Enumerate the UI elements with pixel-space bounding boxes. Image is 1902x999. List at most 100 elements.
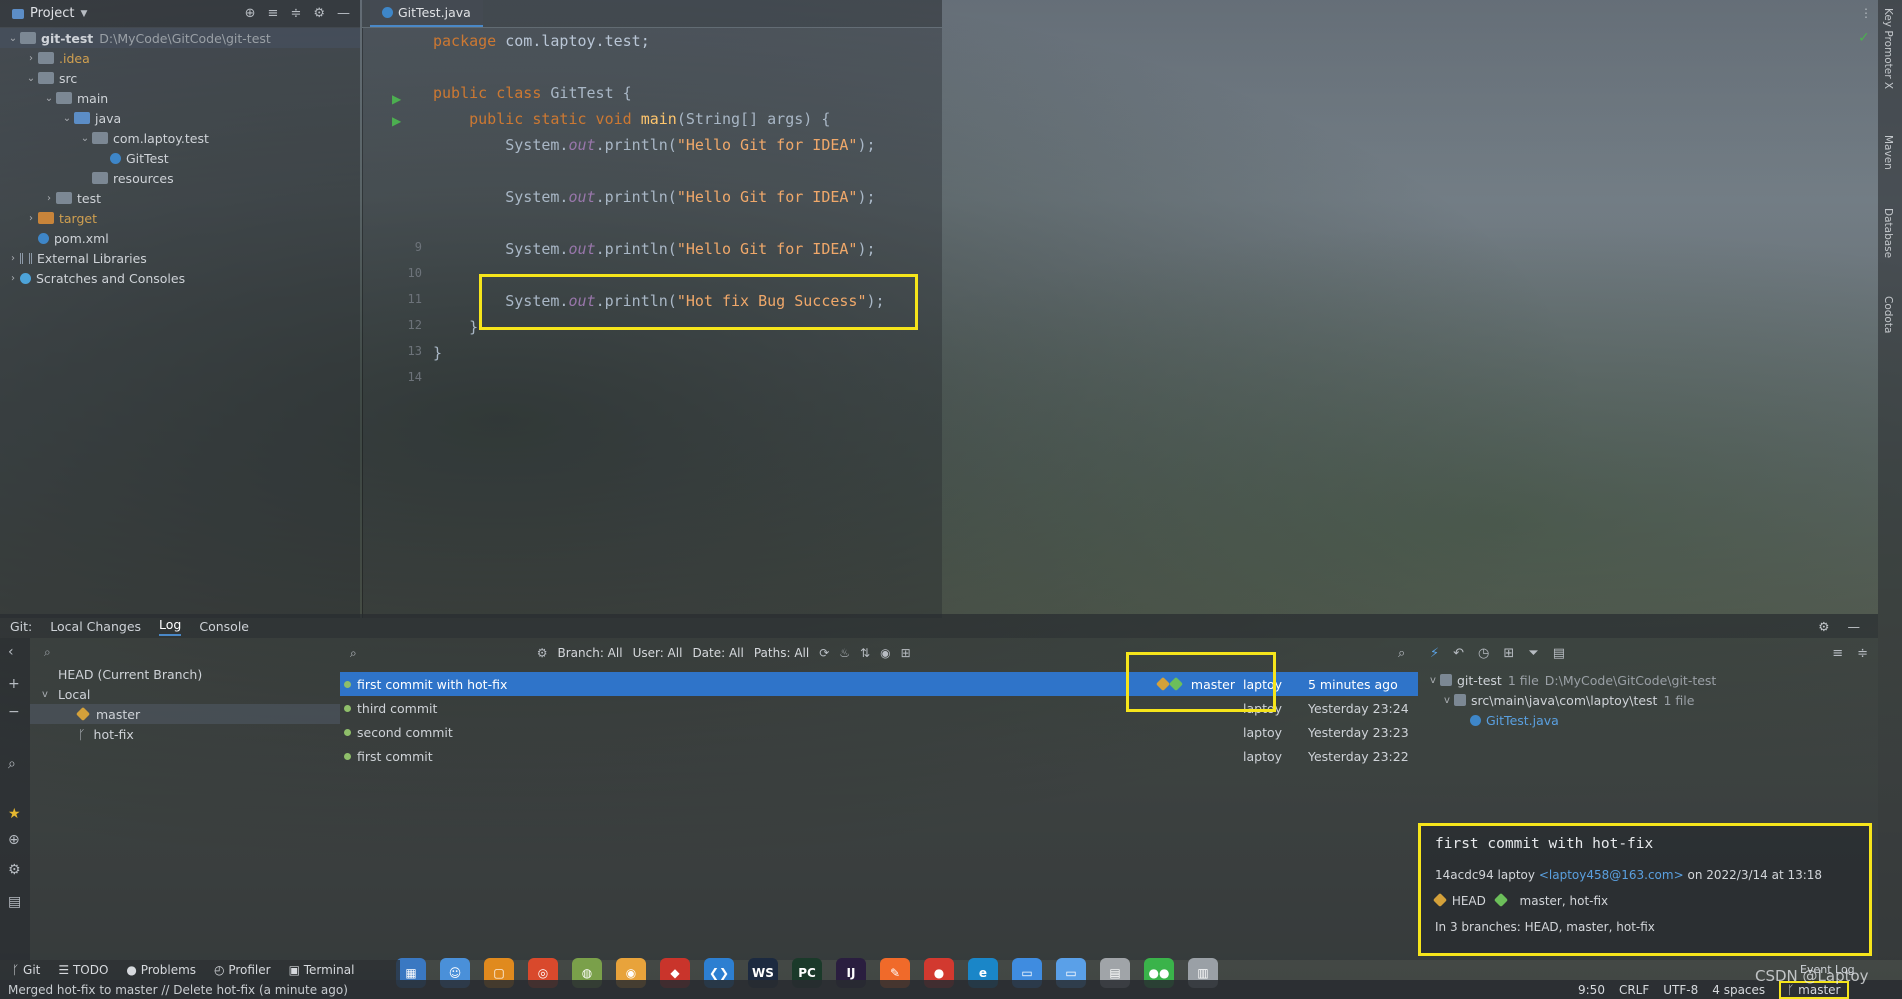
chevron-down-icon[interactable]: ⌄ bbox=[24, 73, 38, 84]
refresh-icon[interactable]: ⟳ bbox=[819, 646, 829, 660]
tab-gittest-java[interactable]: GitTest.java bbox=[370, 0, 483, 27]
tool-profiler[interactable]: ◴ Profiler bbox=[214, 963, 271, 977]
add-icon[interactable]: + bbox=[8, 676, 20, 692]
tree-item[interactable]: ⌄ java bbox=[0, 108, 360, 128]
tree-item[interactable]: › External Libraries bbox=[0, 248, 360, 268]
tool-git[interactable]: ᚴ Git bbox=[12, 963, 40, 977]
branch-head[interactable]: HEAD (Current Branch) bbox=[30, 664, 340, 684]
line-number: 14 bbox=[407, 370, 422, 384]
chevron-right-icon[interactable]: › bbox=[42, 193, 56, 204]
java-class-icon bbox=[1470, 714, 1481, 726]
back-icon[interactable]: ‹ bbox=[8, 644, 14, 660]
branch-hot-fix[interactable]: ᚴ hot-fix bbox=[30, 724, 340, 744]
search-icon[interactable]: ⌕ bbox=[350, 646, 357, 661]
filter-paths[interactable]: Paths: All bbox=[754, 646, 809, 660]
minimize-icon[interactable]: — bbox=[1848, 619, 1861, 634]
filter-branch[interactable]: Branch: All bbox=[558, 646, 623, 660]
tab-console[interactable]: Console bbox=[199, 619, 249, 634]
chevron-down-icon[interactable]: ⌄ bbox=[78, 133, 92, 144]
star-icon[interactable]: ★ bbox=[8, 806, 21, 822]
run-main-icon[interactable]: ▶ bbox=[392, 114, 401, 128]
target-icon[interactable]: ⊕ bbox=[8, 832, 20, 848]
changes-root[interactable]: v git-test 1 file D:\MyCode\GitCode\git-… bbox=[1420, 670, 1878, 690]
filter-icon[interactable]: ⏷ bbox=[1528, 646, 1538, 661]
status-message[interactable]: Merged hot-fix to master // Delete hot-f… bbox=[8, 983, 348, 997]
minus-icon[interactable]: − bbox=[8, 704, 20, 720]
tree-item[interactable]: ⌄ src bbox=[0, 68, 360, 88]
chevron-down-icon[interactable]: ▼ bbox=[80, 9, 87, 19]
chevron-down-icon[interactable]: ⌄ bbox=[6, 33, 20, 44]
tree-item[interactable]: ⌄ main bbox=[0, 88, 360, 108]
cherry-pick-icon[interactable]: ♨ bbox=[839, 646, 850, 660]
tree-item-label: resources bbox=[113, 170, 174, 186]
collapse-all-icon[interactable]: ≑ bbox=[290, 6, 301, 21]
terminal-icon: ▣ bbox=[288, 963, 304, 977]
line-separator[interactable]: CRLF bbox=[1619, 983, 1649, 997]
tool-todo[interactable]: ☰ TODO bbox=[58, 963, 108, 977]
run-class-icon[interactable]: ▶ bbox=[392, 92, 401, 106]
gear-icon[interactable]: ⚙ bbox=[8, 862, 21, 878]
chevron-right-icon[interactable]: › bbox=[6, 273, 20, 284]
tree-item[interactable]: › Scratches and Consoles bbox=[0, 268, 360, 288]
gear-icon[interactable]: ⚙ bbox=[313, 6, 325, 21]
codota-tab[interactable]: Codota bbox=[1882, 296, 1894, 333]
chevron-down-icon[interactable]: ⌄ bbox=[60, 113, 74, 124]
locate-icon[interactable]: ⊕ bbox=[245, 6, 256, 21]
folder-icon bbox=[1440, 674, 1452, 686]
branch-master[interactable]: master bbox=[30, 704, 340, 724]
gear-icon[interactable]: ⚙ bbox=[1818, 619, 1829, 634]
tree-item[interactable]: › .idea bbox=[0, 48, 360, 68]
file-encoding[interactable]: UTF-8 bbox=[1663, 983, 1698, 997]
expand-all-icon[interactable]: ≡ bbox=[268, 6, 279, 21]
eye-icon[interactable]: ◉ bbox=[880, 646, 890, 660]
commit-row[interactable]: second commit laptoy Yesterday 23:23 bbox=[340, 720, 1418, 744]
tree-item[interactable]: ⌄ git-test D:\MyCode\GitCode\git-test bbox=[0, 28, 360, 48]
project-title[interactable]: Project bbox=[30, 6, 74, 21]
tree-item[interactable]: resources bbox=[0, 168, 360, 188]
chevron-right-icon[interactable]: › bbox=[6, 253, 20, 264]
chevron-right-icon[interactable]: › bbox=[24, 213, 38, 224]
scratch-icon bbox=[20, 272, 31, 284]
filter-user[interactable]: User: All bbox=[633, 646, 683, 660]
history-icon[interactable]: ◷ bbox=[1478, 646, 1489, 661]
changes-file[interactable]: GitTest.java bbox=[1420, 710, 1878, 730]
gear-icon[interactable]: ⚙ bbox=[537, 646, 548, 660]
revert-icon[interactable]: ↶ bbox=[1453, 646, 1464, 661]
maven-tab[interactable]: Maven bbox=[1882, 135, 1894, 170]
minimize-icon[interactable]: — bbox=[337, 6, 350, 21]
chevron-right-icon[interactable]: › bbox=[24, 53, 38, 64]
layout-icon[interactable]: ▤ bbox=[1553, 646, 1565, 661]
tree-item[interactable]: pom.xml bbox=[0, 228, 360, 248]
open-new-tab-icon[interactable]: ⊞ bbox=[901, 646, 911, 660]
commit-row[interactable]: first commit laptoy Yesterday 23:22 bbox=[340, 744, 1418, 768]
panel-icon[interactable]: ▤ bbox=[8, 894, 21, 910]
tree-item[interactable]: GitTest bbox=[0, 148, 360, 168]
tree-item[interactable]: ⌄ com.laptoy.test bbox=[0, 128, 360, 148]
file-icon bbox=[110, 152, 121, 164]
sort-icon[interactable]: ⇅ bbox=[860, 646, 870, 660]
key-promoter-tab[interactable]: Key Promoter X bbox=[1882, 8, 1894, 89]
branch-search[interactable]: ⌕ bbox=[30, 640, 340, 664]
tab-local-changes[interactable]: Local Changes bbox=[50, 619, 141, 634]
branch-group-local[interactable]: v Local bbox=[30, 684, 340, 704]
tool-problems[interactable]: ● Problems bbox=[126, 963, 196, 977]
tag-icon bbox=[1432, 892, 1448, 908]
tool-terminal[interactable]: ▣ Terminal bbox=[289, 963, 355, 977]
tree-item[interactable]: › target bbox=[0, 208, 360, 228]
search-icon[interactable]: ⌕ bbox=[1398, 646, 1405, 661]
group-icon[interactable]: ⊞ bbox=[1503, 646, 1514, 661]
changes-icon[interactable]: ⚡ bbox=[1430, 646, 1439, 661]
tab-log[interactable]: Log bbox=[159, 617, 182, 636]
filter-date[interactable]: Date: All bbox=[692, 646, 743, 660]
expand-all-icon[interactable]: ≡ bbox=[1832, 646, 1843, 661]
folder-icon bbox=[92, 132, 108, 144]
inspection-ok-icon[interactable]: ✓ bbox=[1858, 30, 1870, 46]
chevron-down-icon[interactable]: ⌄ bbox=[42, 93, 56, 104]
changes-dir[interactable]: v src\main\java\com\laptoy\test 1 file bbox=[1420, 690, 1878, 710]
database-tab[interactable]: Database bbox=[1882, 208, 1894, 258]
more-icon[interactable]: ⋮ bbox=[1860, 6, 1872, 20]
caret-position[interactable]: 9:50 bbox=[1578, 983, 1605, 997]
search-icon[interactable]: ⌕ bbox=[8, 756, 16, 772]
collapse-all-icon[interactable]: ≑ bbox=[1857, 646, 1878, 661]
tree-item[interactable]: › test bbox=[0, 188, 360, 208]
